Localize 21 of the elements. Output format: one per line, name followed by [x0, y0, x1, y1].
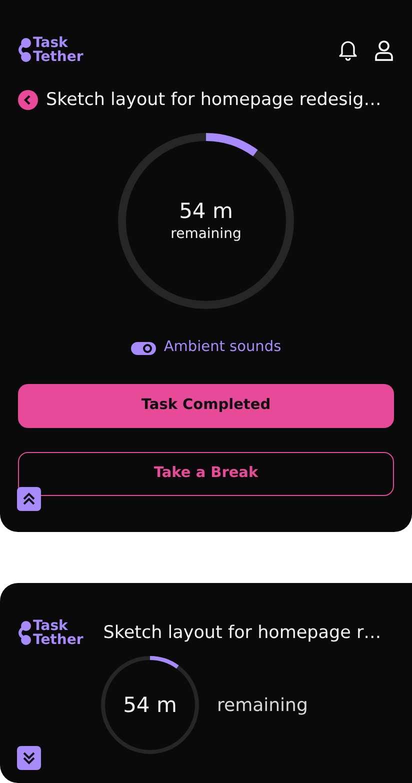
bell-icon[interactable]	[338, 39, 358, 61]
logo-icon	[18, 36, 32, 64]
logo-text: Task Tether	[33, 619, 84, 647]
collapse-button[interactable]	[17, 487, 41, 511]
user-icon[interactable]	[374, 40, 394, 60]
timer-value: 54 m	[178, 198, 234, 224]
primary-button[interactable]: Task Completed	[18, 384, 394, 428]
toggle-label: Ambient sounds	[164, 338, 282, 358]
task-title: Sketch layout for homepage r…	[103, 622, 382, 645]
back-icon[interactable]	[18, 90, 38, 110]
toggle-switch[interactable]	[130, 342, 156, 355]
task-title: Sketch layout for homepage redesig…	[46, 89, 382, 112]
chevrons-down-icon	[22, 751, 36, 765]
timer-label: remaining	[217, 694, 308, 718]
logo-icon	[18, 619, 32, 647]
logo-text: Task Tether	[33, 36, 84, 64]
timer-label: remaining	[170, 224, 242, 244]
collapse-button[interactable]	[17, 746, 41, 770]
timer-value: 54 m	[123, 692, 177, 718]
chevrons-up-icon	[22, 492, 36, 506]
outline-button[interactable]: Take a Break	[18, 452, 394, 496]
